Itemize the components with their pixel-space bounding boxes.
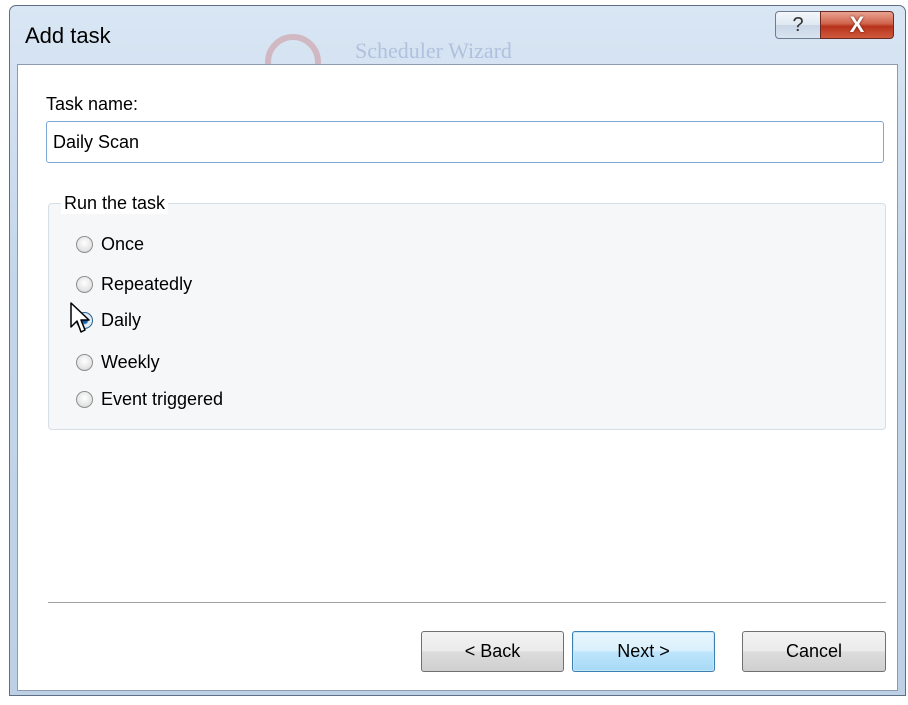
help-button[interactable]: ? [775,11,821,39]
radio-label-once[interactable]: Once [101,234,144,255]
radio-repeatedly[interactable] [76,276,93,293]
radio-weekly[interactable] [76,354,93,371]
radio-label-event-triggered[interactable]: Event triggered [101,389,223,410]
background-caption: Scheduler Wizard [355,38,512,63]
radio-once[interactable] [76,236,93,253]
close-button[interactable]: X [820,11,894,39]
dialog-content: Task name: Run the task Once Repeatedly … [17,64,898,691]
dialog-window: Add task Scheduler Wizard ? X Task name:… [9,5,906,696]
bottom-separator [48,602,886,604]
radio-option-once[interactable]: Once [76,234,144,255]
task-name-label: Task name: [46,94,139,114]
back-button[interactable]: < Back [421,631,564,672]
close-icon: X [849,12,865,37]
title-bar[interactable]: Add task Scheduler Wizard ? X [10,6,905,90]
radio-option-event-triggered[interactable]: Event triggered [76,389,223,410]
background-window-ghost: Scheduler Wizard [265,26,585,90]
radio-label-daily[interactable]: Daily [101,310,141,331]
cancel-button[interactable]: Cancel [742,631,886,672]
mouse-cursor-icon [70,302,90,333]
task-name-input[interactable] [46,121,884,163]
radio-event-triggered[interactable] [76,391,93,408]
next-button[interactable]: Next > [572,631,715,672]
run-task-group-title: Run the task [61,193,169,214]
window-title: Add task [25,23,111,48]
radio-label-repeatedly[interactable]: Repeatedly [101,274,192,295]
help-icon: ? [792,13,804,36]
radio-option-weekly[interactable]: Weekly [76,352,160,373]
radio-label-weekly[interactable]: Weekly [101,352,160,373]
radio-option-repeatedly[interactable]: Repeatedly [76,274,192,295]
